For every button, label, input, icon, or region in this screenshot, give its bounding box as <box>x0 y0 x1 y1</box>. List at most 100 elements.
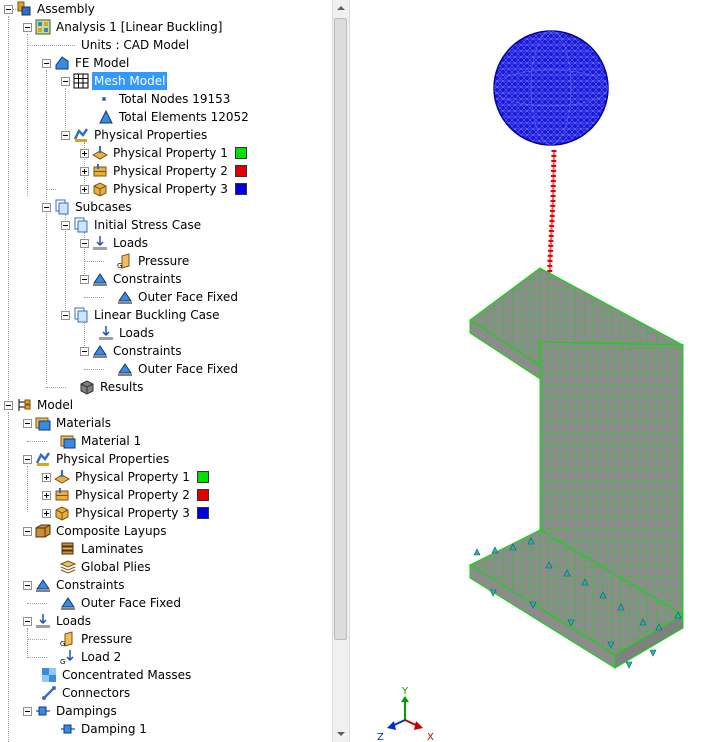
expand-toggle[interactable] <box>80 184 89 194</box>
tree-item-composite-layups[interactable]: Composite Layups <box>23 522 168 540</box>
tree-scrollbar[interactable] <box>332 0 350 742</box>
collapse-toggle[interactable] <box>61 76 70 86</box>
tree-item-outer-face-fixed-model[interactable]: Outer Face Fixed <box>60 594 183 612</box>
tree-item-units[interactable]: Units : CAD Model <box>79 36 191 54</box>
expand-toggle[interactable] <box>42 490 51 500</box>
tree-label: Outer Face Fixed <box>138 362 238 376</box>
tree-item-pressure-model[interactable]: G Pressure <box>60 630 134 648</box>
tree-item-materials[interactable]: Materials <box>23 414 113 432</box>
tree-label: Physical Properties <box>56 452 170 466</box>
solid-property-icon <box>93 182 107 197</box>
collapse-toggle[interactable] <box>23 580 32 590</box>
tree-label: Laminates <box>81 542 144 556</box>
tree-label: Results <box>100 380 144 394</box>
tree-item-constraints-initial[interactable]: Constraints <box>80 270 183 288</box>
tree-item-dampings[interactable]: Dampings <box>23 702 119 720</box>
expand-toggle[interactable] <box>42 472 51 482</box>
tree-item-fe-model[interactable]: FE Model <box>42 54 131 72</box>
collapse-toggle[interactable] <box>42 58 51 68</box>
tree-item-material-1[interactable]: Material 1 <box>60 432 143 450</box>
tree-item-total-elements[interactable]: Total Elements 12052 <box>98 108 251 126</box>
expand-toggle[interactable] <box>80 166 89 176</box>
graphics-viewport[interactable]: Y X Z <box>350 0 701 742</box>
tree-item-global-plies[interactable]: Global Plies <box>60 558 153 576</box>
collapse-toggle[interactable] <box>61 220 70 230</box>
tree-item-mesh-model[interactable]: Mesh Model <box>61 72 168 90</box>
tree-item-assembly[interactable]: Assembly <box>4 0 97 18</box>
tree-label: Pressure <box>81 632 133 646</box>
tree-item-linear-buckling-case[interactable]: Linear Buckling Case <box>61 306 222 324</box>
collapse-toggle[interactable] <box>4 4 13 14</box>
collapse-toggle[interactable] <box>61 130 70 140</box>
collapse-toggle[interactable] <box>23 418 32 428</box>
tree-item-physical-property-3[interactable]: Physical Property 3 <box>80 180 247 198</box>
collapse-toggle[interactable] <box>61 310 70 320</box>
tree-label: Initial Stress Case <box>94 218 202 232</box>
tree-label: Constraints <box>113 272 182 286</box>
expand-toggle[interactable] <box>80 148 89 158</box>
collapse-toggle[interactable] <box>23 616 32 626</box>
tree-item-loads-initial[interactable]: Loads <box>80 234 150 252</box>
tree-label: Physical Properties <box>94 128 208 142</box>
tree-item-model-physical-property-1[interactable]: Physical Property 1 <box>42 468 209 486</box>
model-tree-panel[interactable]: Assembly Analysis 1 [Linear Buckling] Un… <box>0 0 332 742</box>
tree-label: Subcases <box>75 200 132 214</box>
collapse-toggle[interactable] <box>23 526 32 536</box>
tree-item-concentrated-masses[interactable]: Concentrated Masses <box>41 666 193 684</box>
tree-item-total-nodes[interactable]: Total Nodes 19153 <box>98 90 232 108</box>
tree-item-pressure-initial[interactable]: G Pressure <box>117 252 191 270</box>
tree-label: Loads <box>56 614 92 628</box>
expand-toggle[interactable] <box>42 508 51 518</box>
collapse-toggle[interactable] <box>80 346 89 356</box>
tree-item-loads-buckling[interactable]: Loads <box>98 324 156 342</box>
tree-label: Physical Property 3 <box>75 506 190 520</box>
collapse-toggle[interactable] <box>23 22 32 32</box>
tree-item-physical-property-1[interactable]: Physical Property 1 <box>80 144 247 162</box>
collapse-toggle[interactable] <box>23 706 32 716</box>
collapse-toggle[interactable] <box>80 274 89 284</box>
tree-label: Global Plies <box>81 560 151 574</box>
scrollbar-thumb[interactable] <box>334 18 347 640</box>
collapse-toggle[interactable] <box>4 400 13 410</box>
tree-item-constraints-model[interactable]: Constraints <box>23 576 126 594</box>
loads-icon <box>99 326 113 340</box>
tree-label: Constraints <box>56 578 125 592</box>
tree-label: Physical Property 2 <box>75 488 190 502</box>
tree-item-results[interactable]: Results <box>79 378 145 396</box>
tree-item-subcases[interactable]: Subcases <box>42 198 134 216</box>
tree-label: Physical Property 2 <box>113 164 228 178</box>
collapse-toggle[interactable] <box>80 238 89 248</box>
tree-item-physical-property-2[interactable]: Physical Property 2 <box>80 162 247 180</box>
tree-item-initial-stress-case[interactable]: Initial Stress Case <box>61 216 203 234</box>
tree-item-constraints-buckling[interactable]: Constraints <box>80 342 183 360</box>
tree-label: Assembly <box>37 2 95 16</box>
tree-label: Materials <box>56 416 112 430</box>
tree-item-model-physical-property-3[interactable]: Physical Property 3 <box>42 504 209 522</box>
tree-label: Concentrated Masses <box>62 668 192 682</box>
tree-item-model[interactable]: Model <box>4 396 75 414</box>
tree-item-damping-1[interactable]: Damping 1 <box>60 720 149 738</box>
tree-label: Connectors <box>62 686 131 700</box>
scroll-down-arrow-icon[interactable] <box>333 726 349 742</box>
tree-label: Pressure <box>138 254 190 268</box>
tree-item-model-physical-property-2[interactable]: Physical Property 2 <box>42 486 209 504</box>
concentrated-masses-icon <box>42 668 56 682</box>
tree-item-physical-properties-fe[interactable]: Physical Properties <box>61 126 209 144</box>
tree-item-connectors[interactable]: Connectors <box>41 684 132 702</box>
tree-item-load-2[interactable]: G Load 2 <box>60 648 123 666</box>
tree-item-outer-face-fixed-initial[interactable]: Outer Face Fixed <box>117 288 240 306</box>
scroll-up-arrow-icon[interactable] <box>333 0 349 16</box>
dampings-icon <box>36 706 50 716</box>
tree-item-loads-model[interactable]: Loads <box>23 612 93 630</box>
collapse-toggle[interactable] <box>42 202 51 212</box>
tree-item-outer-face-fixed-buckling[interactable]: Outer Face Fixed <box>117 360 240 378</box>
tree-item-physical-properties-model[interactable]: Physical Properties <box>23 450 171 468</box>
tree-item-analysis[interactable]: Analysis 1 [Linear Buckling] <box>23 18 224 36</box>
tree-item-laminates[interactable]: Laminates <box>60 540 145 558</box>
composite-property-icon <box>93 164 107 177</box>
subcase-icon <box>74 307 88 323</box>
composite-layups-icon <box>35 524 51 538</box>
solid-property-icon <box>55 506 69 521</box>
collapse-toggle[interactable] <box>23 454 32 464</box>
property-color-swatch <box>196 507 209 519</box>
